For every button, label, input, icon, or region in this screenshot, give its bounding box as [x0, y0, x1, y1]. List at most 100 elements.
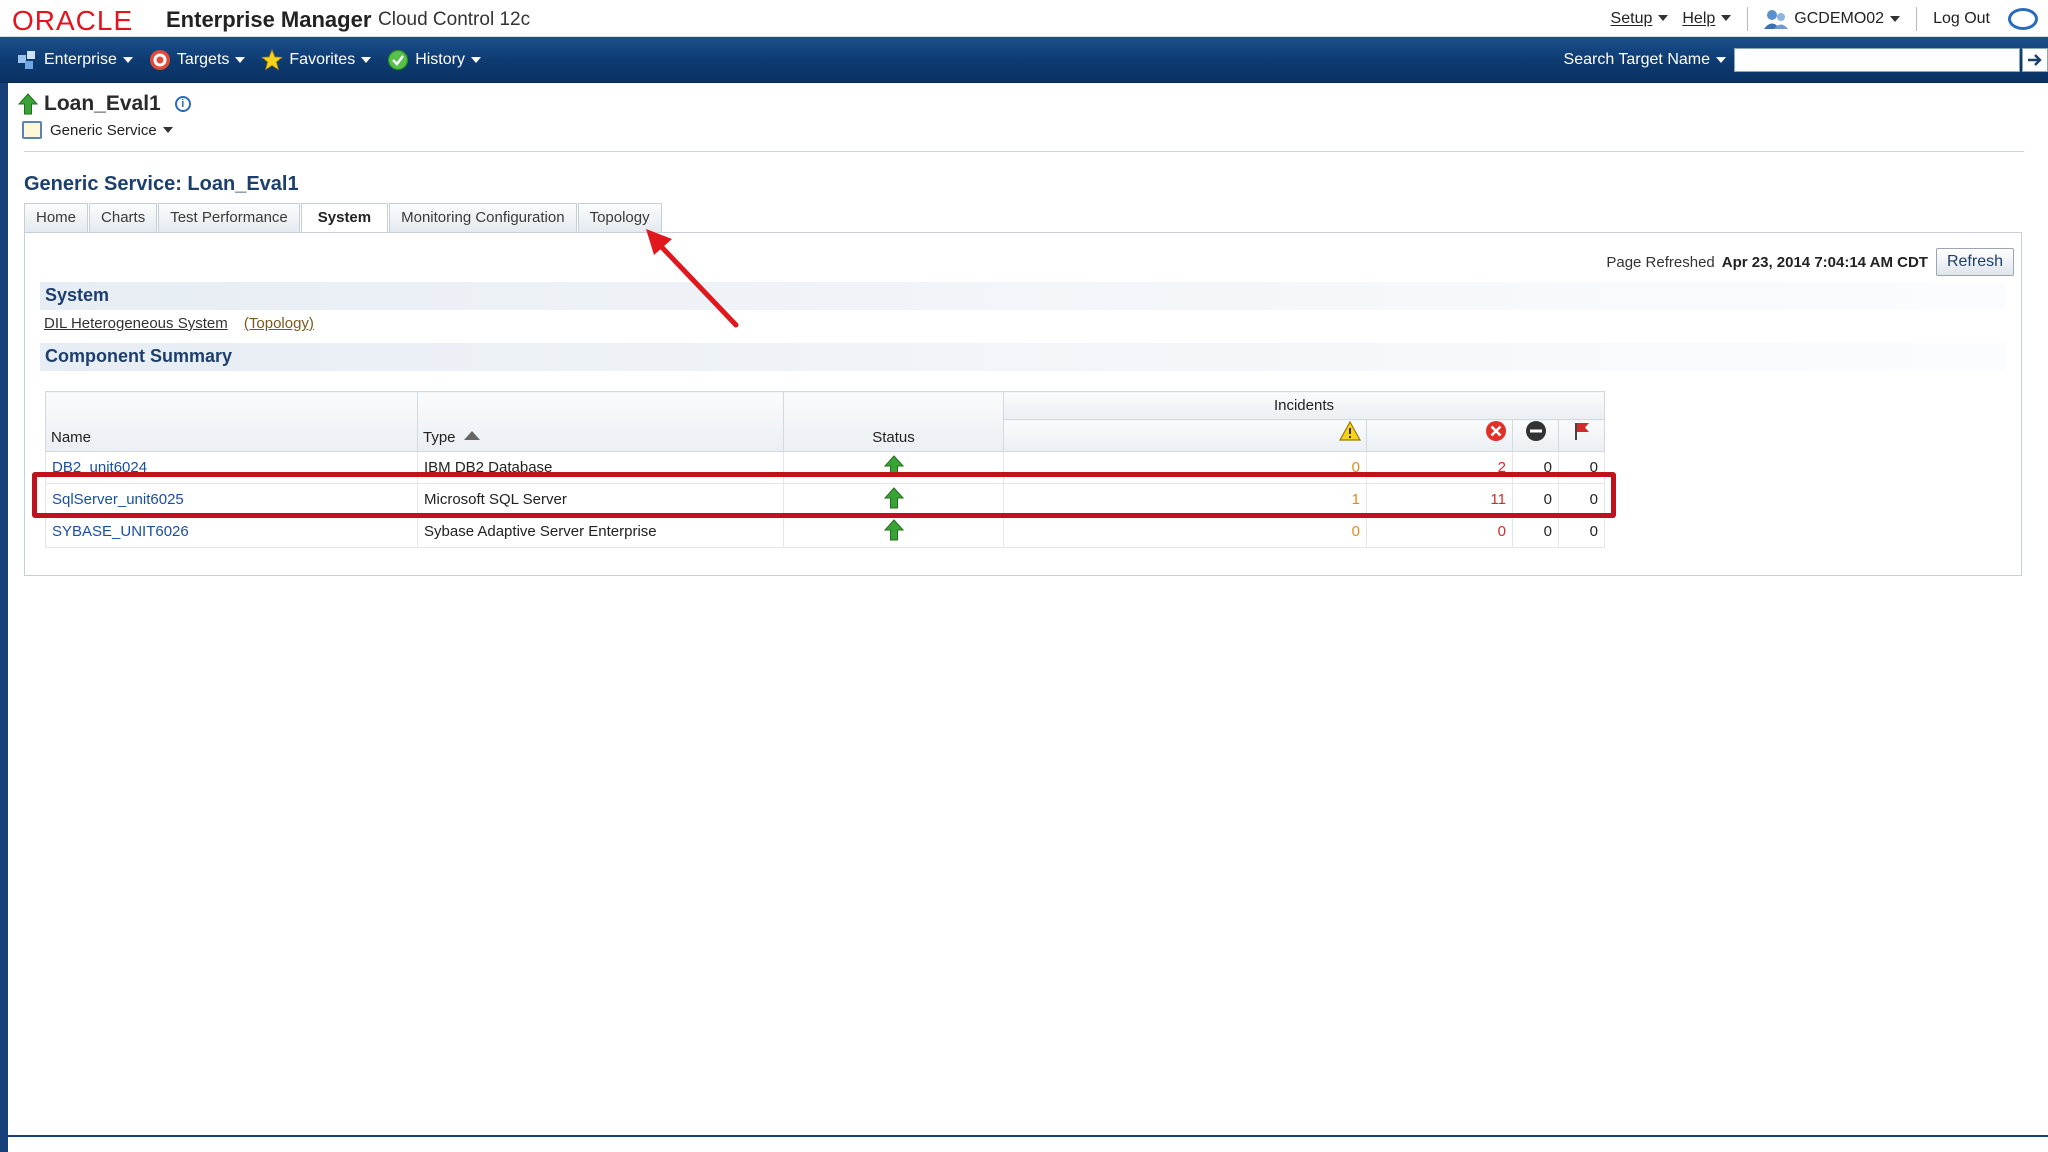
col-status-label: Status: [872, 429, 915, 446]
critical-icon: [1486, 421, 1506, 441]
warning-count[interactable]: 1: [1003, 483, 1367, 516]
system-links: DIL Heterogeneous System (Topology): [44, 315, 314, 332]
user-label: GCDEMO02: [1794, 9, 1885, 27]
critical-count[interactable]: 2: [1366, 451, 1513, 484]
setup-menu[interactable]: Setup: [1611, 10, 1669, 28]
chevron-down-icon: [1721, 15, 1732, 22]
critical-count[interactable]: 0: [1366, 515, 1513, 548]
chevron-down-icon: [1658, 15, 1669, 22]
search-type-menu[interactable]: Search Target Name: [1564, 51, 1726, 69]
brand-bar: ORACLE Enterprise Manager Cloud Control …: [0, 0, 2048, 37]
status-up-icon: [883, 486, 904, 508]
tab-home[interactable]: Home: [24, 203, 89, 233]
main-nav: Enterprise Targets Favorites History Sea…: [0, 37, 2048, 83]
page-title: Generic Service: Loan_Eval1: [24, 173, 299, 195]
tab-charts[interactable]: Charts: [89, 203, 158, 233]
status-cell: [783, 483, 1004, 516]
target-type-menu[interactable]: Generic Service: [22, 121, 173, 139]
status-cell: [783, 451, 1004, 484]
left-rail: [0, 83, 8, 1152]
nav-favorites-label: Favorites: [289, 51, 356, 68]
chevron-down-icon: [235, 57, 246, 63]
chevron-down-icon: [1716, 56, 1726, 63]
help-menu[interactable]: Help: [1682, 10, 1732, 28]
flagged-count: 0: [1558, 483, 1605, 516]
search-input[interactable]: [1734, 48, 2020, 72]
section-title: Component Summary: [45, 346, 233, 366]
col-name-label: Name: [51, 429, 92, 446]
warning-count[interactable]: 0: [1003, 451, 1367, 484]
refreshed-timestamp: Apr 23, 2014 7:04:14 AM CDT: [1721, 253, 1928, 271]
topology-link[interactable]: (Topology): [244, 315, 314, 332]
escalated-count: 0: [1512, 515, 1559, 548]
chevron-down-icon: [162, 127, 173, 133]
col-warning[interactable]: [1003, 419, 1367, 452]
target-type-label: Generic Service: [50, 121, 157, 139]
service-icon: [22, 121, 42, 139]
tab-monitoring-configuration[interactable]: Monitoring Configuration: [389, 203, 577, 233]
targets-icon: [149, 49, 171, 71]
divider: [24, 151, 2024, 152]
logout-link[interactable]: Log Out: [1933, 10, 1990, 28]
system-section-header: System: [40, 282, 2006, 310]
divider: [1916, 6, 1918, 31]
refresh-bar: Page Refreshed Apr 23, 2014 7:04:14 AM C…: [1606, 248, 2014, 276]
chevron-down-icon: [122, 57, 133, 63]
col-incidents-label: Incidents: [1273, 397, 1335, 414]
col-name[interactable]: Name: [45, 391, 418, 452]
component-summary-header: Component Summary: [40, 343, 2006, 371]
divider: [1747, 6, 1749, 31]
search-type-label: Search Target Name: [1563, 51, 1710, 68]
refresh-button[interactable]: Refresh: [1935, 248, 2014, 276]
tab-bar: Home Charts Test Performance System Moni…: [24, 203, 663, 234]
oracle-logo: ORACLE: [12, 5, 134, 36]
system-link[interactable]: DIL Heterogeneous System: [44, 315, 228, 332]
star-icon: [261, 48, 284, 71]
nav-history-label: History: [415, 51, 465, 68]
info-icon[interactable]: i: [174, 96, 191, 112]
component-type: Sybase Adaptive Server Enterprise: [417, 515, 784, 548]
table-row: DB2_unit6024 IBM DB2 Database 0 2 0 0: [45, 451, 1605, 484]
tab-topology[interactable]: Topology: [577, 203, 662, 233]
product-title: Enterprise Manager: [166, 7, 372, 32]
component-name-link[interactable]: SqlServer_unit6025: [45, 483, 418, 516]
status-cell: [783, 515, 1004, 548]
oracle-globe-icon: [2008, 7, 2038, 30]
bottom-rule: [8, 1135, 2048, 1137]
table-row: SqlServer_unit6025 Microsoft SQL Server …: [45, 483, 1605, 516]
col-flagged[interactable]: [1558, 419, 1605, 452]
nav-favorites[interactable]: Favorites: [261, 48, 372, 71]
flagged-count: 0: [1558, 451, 1605, 484]
critical-count[interactable]: 11: [1366, 483, 1513, 516]
tab-test-performance[interactable]: Test Performance: [158, 203, 300, 233]
col-escalated[interactable]: [1512, 419, 1559, 452]
chevron-down-icon: [1890, 15, 1901, 22]
nav-enterprise-label: Enterprise: [44, 51, 117, 68]
col-critical[interactable]: [1366, 419, 1513, 452]
col-type[interactable]: Type: [417, 391, 784, 452]
nav-history[interactable]: History: [387, 49, 481, 71]
status-up-icon: [883, 518, 904, 540]
user-menu[interactable]: GCDEMO02: [1764, 8, 1901, 30]
setup-label: Setup: [1610, 9, 1653, 27]
table-row: SYBASE_UNIT6026 Sybase Adaptive Server E…: [45, 515, 1605, 548]
component-name-link[interactable]: SYBASE_UNIT6026: [45, 515, 418, 548]
tab-system[interactable]: System: [300, 203, 389, 234]
nav-enterprise[interactable]: Enterprise: [16, 49, 133, 71]
nav-targets[interactable]: Targets: [149, 49, 246, 71]
user-icon: [1764, 8, 1789, 30]
component-type: IBM DB2 Database: [417, 451, 784, 484]
nav-targets-label: Targets: [176, 51, 230, 68]
col-status[interactable]: Status: [783, 391, 1004, 452]
escalated-count: 0: [1512, 483, 1559, 516]
escalated-icon: [1525, 421, 1546, 441]
component-type: Microsoft SQL Server: [417, 483, 784, 516]
flag-icon: [1574, 423, 1589, 440]
warning-count[interactable]: 0: [1003, 515, 1367, 548]
chevron-down-icon: [470, 57, 481, 63]
chevron-down-icon: [361, 57, 372, 63]
search-go-button[interactable]: [2022, 48, 2048, 72]
component-name-link[interactable]: DB2_unit6024: [45, 451, 418, 484]
target-search: Search Target Name: [1564, 37, 2048, 83]
escalated-count: 0: [1512, 451, 1559, 484]
